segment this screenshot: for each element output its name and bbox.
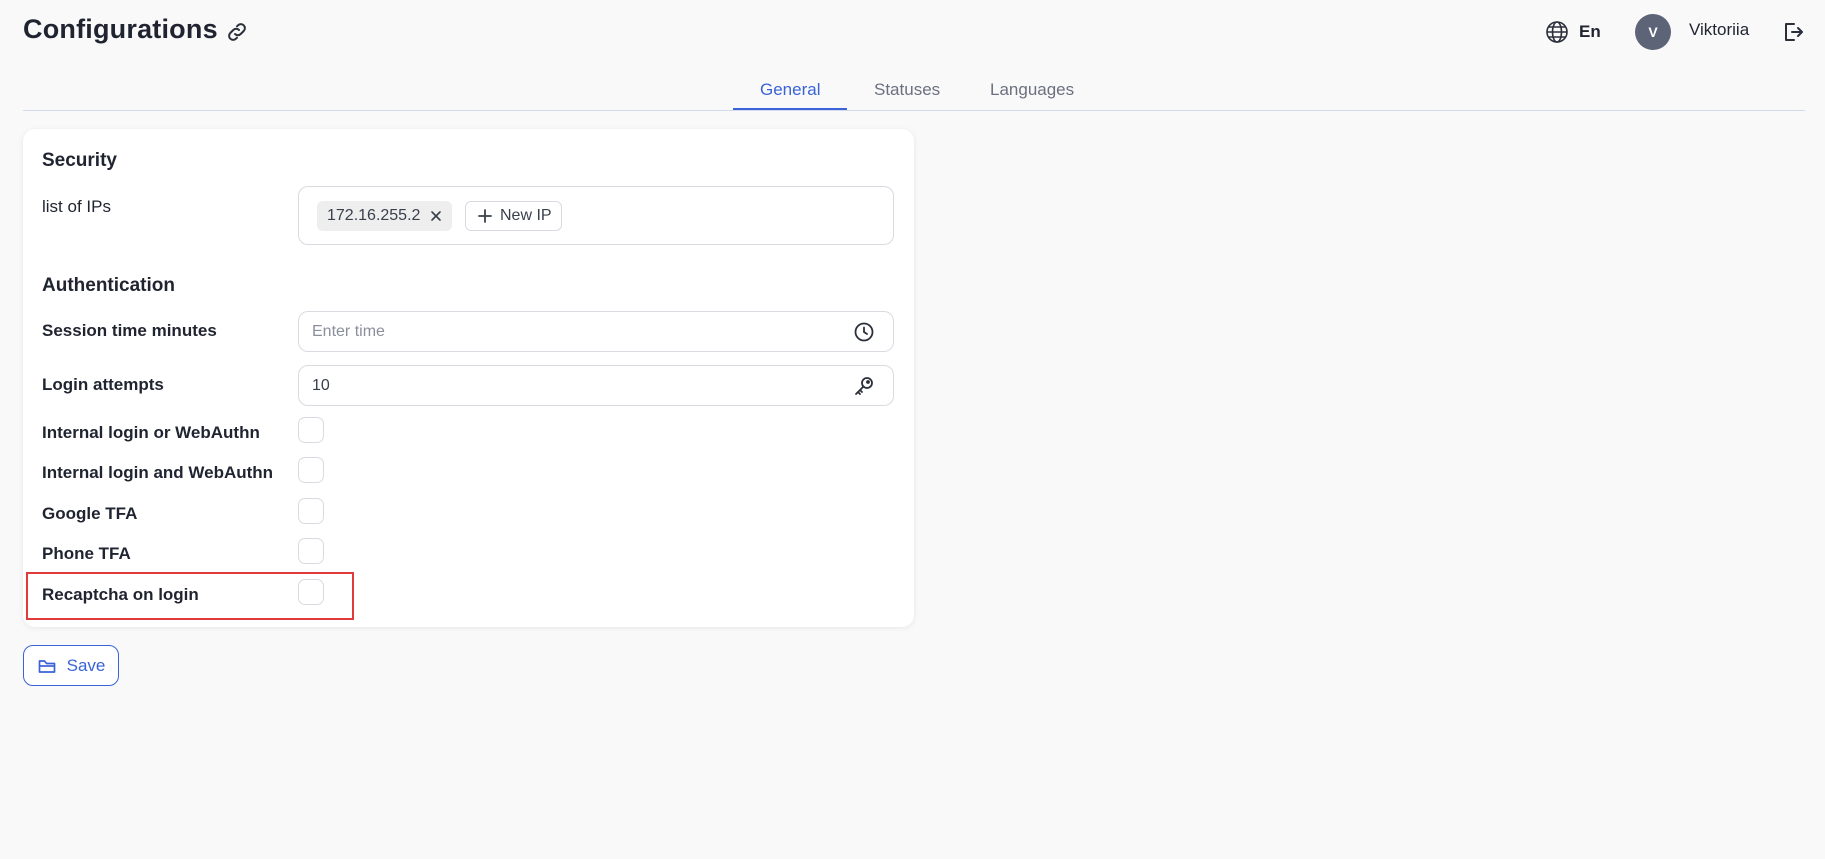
new-ip-button[interactable]: New IP	[465, 201, 562, 231]
language-switcher[interactable]: En	[1545, 19, 1601, 45]
checkbox-internal-or-webauthn[interactable]	[298, 417, 324, 443]
ip-chip: 172.16.255.2	[317, 201, 453, 231]
ip-list-field[interactable]: 172.16.255.2 New IP	[298, 186, 894, 245]
checkbox-recaptcha[interactable]	[298, 579, 324, 605]
save-label: Save	[66, 655, 106, 675]
clock-icon	[854, 322, 874, 342]
section-title-security: Security	[42, 150, 117, 171]
checkbox-label-internal-or-webauthn: Internal login or WebAuthn	[42, 423, 260, 442]
configuration-card: Security list of IPs 172.16.255.2 New IP…	[23, 129, 914, 627]
session-time-input[interactable]	[312, 320, 832, 344]
tab-bar: General Statuses Languages	[23, 70, 1805, 111]
checkbox-label-google-tfa: Google TFA	[42, 504, 138, 523]
avatar[interactable]: V	[1635, 14, 1671, 50]
page-title: Configurations	[23, 14, 218, 44]
active-tab-indicator	[733, 108, 847, 110]
link-icon[interactable]	[225, 20, 249, 44]
ip-list-label: list of IPs	[42, 197, 111, 216]
session-time-field[interactable]	[298, 311, 894, 352]
session-time-label: Session time minutes	[42, 321, 217, 340]
login-attempts-field[interactable]	[298, 365, 894, 406]
tab-general[interactable]: General	[760, 80, 820, 110]
close-icon[interactable]	[430, 210, 442, 222]
section-title-authentication: Authentication	[42, 275, 175, 296]
checkbox-phone-tfa[interactable]	[298, 538, 324, 564]
plus-icon	[478, 209, 492, 223]
new-ip-label: New IP	[500, 207, 552, 224]
login-attempts-label: Login attempts	[42, 375, 164, 394]
checkbox-label-recaptcha: Recaptcha on login	[42, 585, 199, 604]
user-name[interactable]: Viktoriia	[1689, 20, 1749, 40]
header: Configurations En V Viktoriia	[0, 0, 1825, 64]
login-attempts-input[interactable]	[312, 374, 832, 398]
checkbox-label-internal-and-webauthn: Internal login and WebAuthn	[42, 463, 274, 482]
tab-languages[interactable]: Languages	[990, 80, 1074, 110]
checkbox-internal-and-webauthn[interactable]	[298, 457, 324, 483]
ip-chip-label: 172.16.255.2	[327, 207, 421, 224]
save-button[interactable]: Save	[23, 645, 119, 686]
key-icon	[855, 377, 873, 395]
globe-icon	[1546, 21, 1568, 43]
checkbox-google-tfa[interactable]	[298, 498, 324, 524]
logout-icon[interactable]	[1781, 20, 1805, 44]
tab-statuses[interactable]: Statuses	[874, 80, 940, 110]
language-label: En	[1579, 22, 1601, 41]
folder-icon	[38, 659, 55, 673]
checkbox-label-phone-tfa: Phone TFA	[42, 544, 131, 563]
